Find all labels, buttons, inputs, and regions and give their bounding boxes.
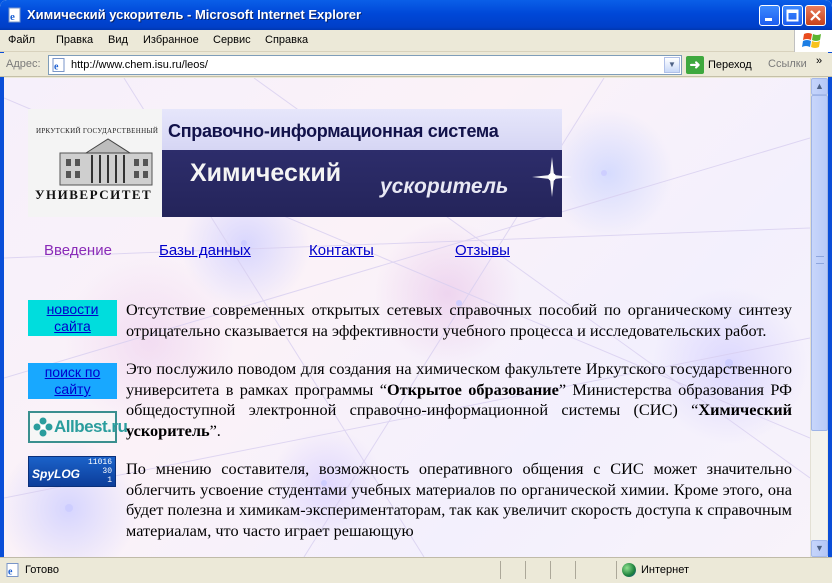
menu-view[interactable]: Вид bbox=[108, 34, 128, 46]
paragraph-2-text-e: ”. bbox=[209, 420, 221, 440]
menu-bar: Файл Правка Вид Избранное Сервис Справка bbox=[0, 30, 832, 52]
allbest-label: Allbest.ru bbox=[54, 417, 128, 436]
menu-tools[interactable]: Сервис bbox=[213, 34, 251, 46]
spylog-label: SpyLOG bbox=[32, 467, 81, 481]
chevron-down-icon: ▼ bbox=[815, 543, 824, 553]
paragraph-3: По мнению составителя, возможность опера… bbox=[126, 459, 792, 540]
status-divider bbox=[575, 561, 576, 579]
banner-title-area: Справочно-информационная система Химичес… bbox=[162, 109, 572, 217]
university-building-icon bbox=[59, 138, 153, 186]
vertical-scrollbar[interactable]: ▲ ▼ bbox=[810, 78, 828, 557]
svg-text:e: e bbox=[8, 567, 13, 578]
windows-logo bbox=[794, 30, 832, 52]
paragraph-1: Отсутствие современных открытых сетевых … bbox=[126, 300, 792, 340]
links-label[interactable]: Ссылки bbox=[768, 58, 807, 70]
spylog-count-today: 30 bbox=[102, 467, 112, 476]
window-frame-right bbox=[828, 30, 832, 583]
menu-help[interactable]: Справка bbox=[265, 34, 308, 46]
nav-reviews[interactable]: Отзывы bbox=[455, 242, 510, 259]
banner-title-word2: ускоритель bbox=[380, 175, 509, 198]
chevron-down-icon: ▼ bbox=[668, 60, 676, 69]
address-url[interactable]: http://www.chem.isu.ru/leos/ bbox=[71, 59, 208, 71]
scroll-up-button[interactable]: ▲ bbox=[811, 78, 828, 95]
maximize-button[interactable] bbox=[782, 5, 803, 26]
address-bar: Адрес: e http://www.chem.isu.ru/leos/ ▼ … bbox=[0, 53, 832, 77]
main-content: Отсутствие современных открытых сетевых … bbox=[126, 300, 792, 557]
paragraph-2: Это послужило поводом для создания на хи… bbox=[126, 359, 792, 441]
spylog-count-online: 1 bbox=[107, 476, 112, 485]
university-logo: ИРКУТСКИЙ ГОСУДАРСТВЕННЫЙ УНИВЕРСИТЕТ bbox=[28, 109, 162, 217]
window-title: Химический ускоритель - Microsoft Intern… bbox=[27, 7, 362, 22]
flower-icon bbox=[33, 417, 53, 437]
nav-intro[interactable]: Введение bbox=[44, 242, 112, 259]
title-bar[interactable]: e Химический ускоритель - Microsoft Inte… bbox=[0, 0, 832, 30]
go-label: Переход bbox=[708, 59, 752, 71]
site-search-link[interactable]: поиск по сайту bbox=[28, 363, 117, 399]
address-label: Адрес: bbox=[6, 58, 41, 70]
menu-edit[interactable]: Правка bbox=[56, 34, 93, 46]
browser-window: e Химический ускоритель - Microsoft Inte… bbox=[0, 0, 832, 583]
spylog-counter[interactable]: SpyLOG 11016 30 1 bbox=[28, 456, 116, 487]
paragraph-2-bold-program: Открытое образование bbox=[386, 379, 559, 399]
menu-file[interactable]: Файл bbox=[8, 34, 35, 46]
go-arrow-icon: ➜ bbox=[686, 56, 704, 74]
page-done-icon: e bbox=[6, 563, 19, 578]
sparkle-star-icon bbox=[532, 157, 572, 197]
status-divider bbox=[525, 561, 526, 579]
banner-subtitle: Справочно-информационная система bbox=[168, 121, 499, 141]
status-text: Готово bbox=[25, 564, 59, 576]
nav-contacts[interactable]: Контакты bbox=[309, 242, 374, 259]
status-bar: e Готово Интернет bbox=[0, 557, 832, 583]
address-input[interactable]: e http://www.chem.isu.ru/leos/ ▼ bbox=[48, 55, 682, 75]
address-dropdown-button[interactable]: ▼ bbox=[664, 57, 680, 73]
logo-bottom-text: УНИВЕРСИТЕТ bbox=[35, 187, 153, 202]
site-news-link[interactable]: новости сайта bbox=[28, 300, 117, 336]
close-button[interactable] bbox=[805, 5, 826, 26]
spylog-count-total: 11016 bbox=[87, 458, 112, 467]
status-divider bbox=[616, 561, 617, 579]
status-divider bbox=[550, 561, 551, 579]
menu-favorites[interactable]: Избранное bbox=[143, 34, 199, 46]
logo-top-text: ИРКУТСКИЙ ГОСУДАРСТВЕННЫЙ bbox=[36, 127, 159, 135]
minimize-button[interactable] bbox=[759, 5, 780, 26]
security-zone-label: Интернет bbox=[641, 564, 689, 576]
allbest-banner[interactable]: Allbest.ru bbox=[28, 411, 128, 443]
scroll-down-button[interactable]: ▼ bbox=[811, 540, 828, 557]
page-icon: e bbox=[52, 58, 65, 73]
svg-text:e: e bbox=[54, 62, 59, 73]
spylog-counts: 11016 30 1 bbox=[88, 458, 112, 485]
grip-icon bbox=[816, 256, 824, 264]
minimize-icon bbox=[765, 18, 772, 21]
svg-text:e: e bbox=[10, 11, 15, 23]
site-banner: ИРКУТСКИЙ ГОСУДАРСТВЕННЫЙ УНИВЕРСИТЕТ Сп… bbox=[28, 109, 572, 217]
internet-globe-icon bbox=[622, 563, 636, 577]
windows-flag-icon bbox=[802, 33, 821, 48]
scroll-thumb[interactable] bbox=[811, 95, 828, 431]
page-viewport: ИРКУТСКИЙ ГОСУДАРСТВЕННЫЙ УНИВЕРСИТЕТ Сп… bbox=[4, 78, 810, 557]
links-chevron[interactable]: » bbox=[816, 55, 822, 67]
banner-title-word1: Химический bbox=[190, 159, 342, 187]
status-divider bbox=[500, 561, 501, 579]
ie-page-icon: e bbox=[8, 7, 21, 23]
maximize-icon bbox=[786, 9, 799, 22]
nav-databases[interactable]: Базы данных bbox=[159, 242, 251, 259]
close-icon bbox=[810, 10, 821, 21]
chevron-up-icon: ▲ bbox=[815, 81, 824, 91]
